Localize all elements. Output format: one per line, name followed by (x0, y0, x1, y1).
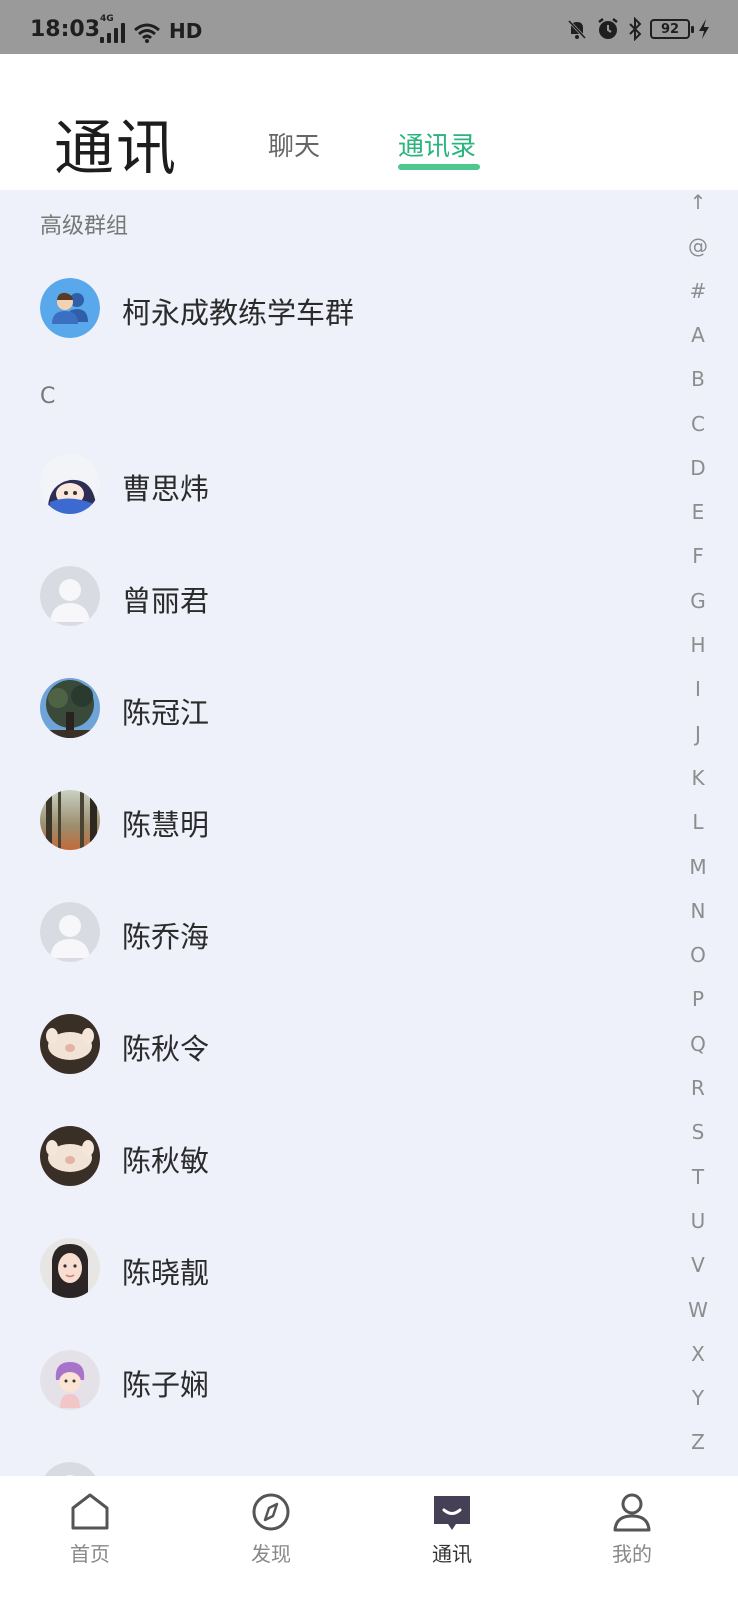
active-tab-indicator (398, 164, 480, 170)
default-avatar (40, 1462, 100, 1476)
forest-avatar (40, 790, 100, 850)
list-item[interactable]: 陈乔海 (0, 876, 660, 988)
compass-icon (252, 1493, 290, 1531)
header: 通讯 聊天 通讯录 (0, 54, 738, 190)
index-letter[interactable]: O (658, 943, 738, 967)
index-letter[interactable]: G (658, 589, 738, 613)
contact-name: 曾丽君 (122, 584, 210, 618)
nav-profile-label: 我的 (612, 1542, 652, 1566)
anime-avatar (40, 454, 100, 514)
list-item[interactable]: 曾丽君 (0, 540, 660, 652)
contact-name: 陈秋令 (122, 1032, 210, 1066)
status-time: 18:03 (30, 17, 101, 42)
index-letter[interactable]: B (658, 367, 738, 391)
contact-name: 陈冠江 (122, 696, 210, 730)
nav-messages-label: 通讯 (432, 1542, 472, 1566)
index-letter[interactable]: H (658, 633, 738, 657)
status-bar: 18:03 4G HD 92 (0, 0, 738, 54)
index-letter[interactable]: C (658, 412, 738, 436)
contact-name: 陈晓靓 (122, 1256, 210, 1290)
index-letter[interactable]: I (658, 677, 738, 701)
tab-chat[interactable]: 聊天 (268, 126, 320, 163)
pet-avatar (40, 1014, 100, 1074)
index-letter[interactable]: U (658, 1209, 738, 1233)
index-letter[interactable]: D (658, 456, 738, 480)
list-item-partial[interactable] (0, 1436, 660, 1476)
user-icon (613, 1493, 651, 1532)
default-avatar (40, 902, 100, 962)
list-item[interactable]: 陈子娴 (0, 1324, 660, 1436)
index-letter[interactable]: ↑ (658, 190, 738, 214)
default-avatar (40, 566, 100, 626)
photo-avatar (40, 1238, 100, 1298)
section-header-c: C (40, 384, 56, 409)
nav-profile[interactable]: 我的 (572, 1490, 692, 1567)
pet-avatar (40, 1126, 100, 1186)
contact-list[interactable]: 高级群组 柯永成教练学车群 C 曹思炜 曾丽君 陈冠江 陈慧明 陈乔海 陈秋令 … (0, 190, 660, 1476)
index-letter[interactable]: T (658, 1165, 738, 1189)
bottom-nav: 首页 发现 通讯 我的 (0, 1476, 738, 1600)
index-letter[interactable]: N (658, 899, 738, 923)
group-name: 柯永成教练学车群 (122, 296, 355, 330)
index-letter[interactable]: Q (658, 1032, 738, 1056)
nav-discover-label: 发现 (251, 1542, 291, 1566)
list-item[interactable]: 陈慧明 (0, 764, 660, 876)
section-header-groups: 高级群组 (40, 214, 129, 239)
index-letter[interactable]: R (658, 1076, 738, 1100)
nav-home[interactable]: 首页 (30, 1490, 150, 1567)
index-letter[interactable]: L (658, 810, 738, 834)
index-letter[interactable]: X (658, 1342, 738, 1366)
nav-home-label: 首页 (70, 1542, 110, 1566)
index-letter[interactable]: K (658, 766, 738, 790)
index-letter[interactable]: Y (658, 1386, 738, 1410)
list-item[interactable]: 陈冠江 (0, 652, 660, 764)
index-letter[interactable]: # (658, 279, 738, 303)
list-item[interactable]: 柯永成教练学车群 (0, 252, 660, 364)
nav-messages[interactable]: 通讯 (392, 1490, 512, 1567)
alphabet-index[interactable]: ↑ @ # A B C D E F G H I J K L M N O P Q R S T U V W X Y Z (658, 190, 738, 1466)
list-item[interactable]: 陈晓靓 (0, 1212, 660, 1324)
tree-avatar (40, 678, 100, 738)
contact-name: 陈秋敏 (122, 1144, 210, 1178)
battery-icon: 92 (650, 19, 694, 39)
index-letter[interactable]: E (658, 500, 738, 524)
nav-discover[interactable]: 发现 (211, 1490, 331, 1567)
index-letter[interactable]: @ (658, 234, 738, 258)
index-letter[interactable]: F (658, 544, 738, 568)
index-letter[interactable]: Z (658, 1430, 738, 1454)
signal-icon (100, 23, 125, 43)
contact-name: 曹思炜 (122, 472, 210, 506)
contact-name: 陈子娴 (122, 1368, 210, 1402)
battery-level: 92 (660, 21, 680, 37)
bluetooth-icon (629, 17, 642, 41)
index-letter[interactable]: J (658, 722, 738, 746)
home-icon (71, 1493, 109, 1530)
tab-contacts[interactable]: 通讯录 (398, 126, 476, 163)
group-icon (40, 278, 100, 338)
contact-name: 陈慧明 (122, 808, 210, 842)
index-letter[interactable]: P (658, 987, 738, 1011)
status-right-icons: 92 (566, 17, 710, 41)
index-letter[interactable]: M (658, 855, 738, 879)
wifi-label: HD (169, 19, 203, 43)
wifi-icon (134, 23, 160, 43)
index-letter[interactable]: W (658, 1298, 738, 1322)
alarm-icon (598, 18, 618, 39)
page-title: 通讯 (54, 114, 178, 184)
list-item[interactable]: 陈秋令 (0, 988, 660, 1100)
charging-icon (699, 19, 709, 39)
index-letter[interactable]: A (658, 323, 738, 347)
chat-icon (434, 1496, 470, 1530)
list-item[interactable]: 陈秋敏 (0, 1100, 660, 1212)
cartoon-avatar (40, 1350, 100, 1410)
index-letter[interactable]: S (658, 1120, 738, 1144)
mute-icon (567, 19, 587, 40)
status-left-icons: HD (100, 19, 202, 43)
list-item[interactable]: 曹思炜 (0, 428, 660, 540)
index-letter[interactable]: V (658, 1253, 738, 1277)
contact-name: 陈乔海 (122, 920, 210, 954)
